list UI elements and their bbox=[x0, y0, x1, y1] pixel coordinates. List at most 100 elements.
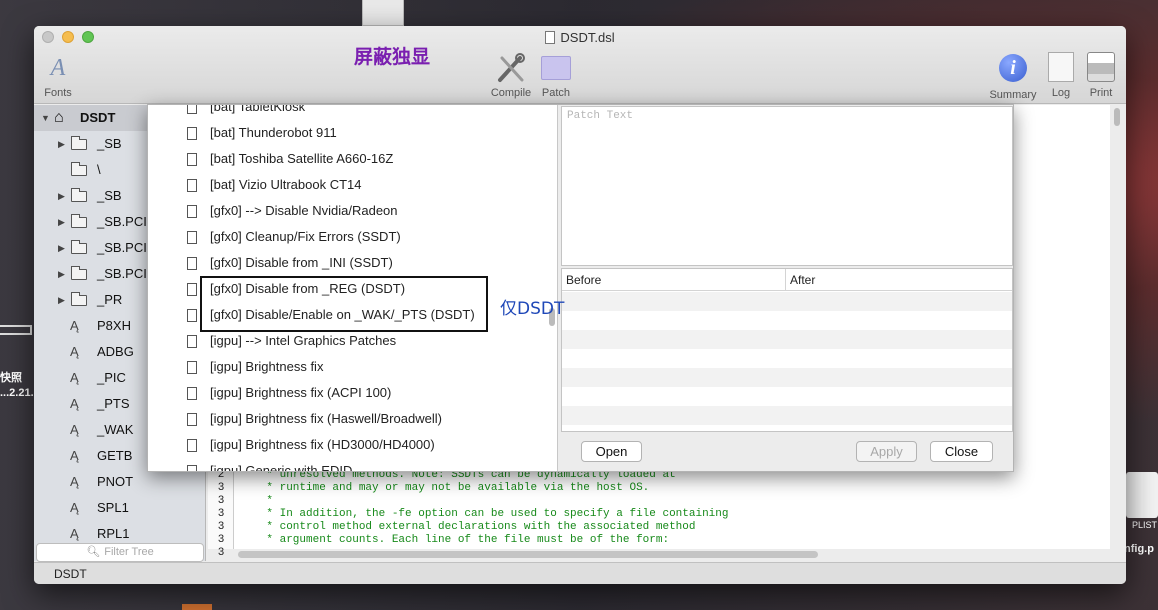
code-text: * argument counts. Each line of the file… bbox=[240, 534, 670, 546]
tree-item-label: \ bbox=[97, 162, 101, 177]
patch-text-area[interactable]: Patch Text bbox=[561, 106, 1013, 266]
file-icon bbox=[187, 465, 197, 471]
line-number: 3 bbox=[217, 508, 225, 520]
table-row[interactable] bbox=[562, 387, 1012, 406]
desktop-screenshot-label[interactable]: 快照 ...2.21. bbox=[0, 371, 34, 401]
file-icon bbox=[187, 387, 197, 400]
patch-item-label: [igpu] Brightness fix (HD3000/HD4000) bbox=[210, 437, 435, 452]
disclosure-closed-icon[interactable]: ▶ bbox=[58, 131, 65, 157]
vertical-scrollbar[interactable] bbox=[1114, 108, 1120, 126]
method-icon: Ą bbox=[70, 396, 79, 411]
line-number: 3 bbox=[217, 547, 225, 559]
status-text: DSDT bbox=[54, 567, 87, 581]
table-row[interactable] bbox=[562, 330, 1012, 349]
method-icon: Ą bbox=[70, 344, 79, 359]
method-icon: Ą bbox=[70, 448, 79, 463]
patch-list-item[interactable]: [bat] TabletKiosk bbox=[148, 105, 548, 120]
apply-button[interactable]: Apply bbox=[856, 441, 917, 462]
log-icon bbox=[1046, 52, 1076, 84]
patch-list-item[interactable]: [igpu] Generic with EDID bbox=[148, 458, 548, 471]
patch-list-item[interactable]: [bat] Thunderobot 911 bbox=[148, 120, 548, 146]
plist-icon-label: PLIST bbox=[1132, 520, 1158, 530]
home-icon: ⌂ bbox=[54, 109, 64, 126]
tree-item[interactable]: Ą PNOT bbox=[34, 469, 205, 495]
patch-list-item[interactable]: [gfx0] Disable from _INI (SSDT) bbox=[148, 250, 548, 276]
open-button[interactable]: Open bbox=[581, 441, 642, 462]
folder-icon bbox=[71, 240, 87, 254]
close-button[interactable]: Close bbox=[930, 441, 993, 462]
table-row[interactable] bbox=[562, 406, 1012, 425]
disclosure-open-icon[interactable]: ▼ bbox=[41, 105, 50, 131]
table-row[interactable] bbox=[562, 292, 1012, 311]
summary-button[interactable]: i Summary bbox=[986, 52, 1040, 101]
disclosure-closed-icon[interactable]: ▶ bbox=[58, 261, 65, 287]
folder-icon bbox=[71, 214, 87, 228]
log-button[interactable]: Log bbox=[1046, 52, 1076, 99]
tree-item[interactable]: Ą SPL1 bbox=[34, 495, 205, 521]
patch-list-item[interactable]: [igpu] Brightness fix (ACPI 100) bbox=[148, 380, 548, 406]
disclosure-closed-icon[interactable]: ▶ bbox=[58, 183, 65, 209]
after-column-header[interactable]: After bbox=[786, 269, 1012, 291]
patch-list-item[interactable]: [bat] Vizio Ultrabook CT14 bbox=[148, 172, 548, 198]
patch-list-item[interactable]: [bat] Toshiba Satellite A660-16Z bbox=[148, 146, 548, 172]
filter-tree-input[interactable]: 🔍︎ Filter Tree bbox=[36, 543, 204, 562]
print-button[interactable]: Print bbox=[1084, 52, 1118, 99]
patch-list-item[interactable]: [gfx0] --> Disable Nvidia/Radeon bbox=[148, 198, 548, 224]
tree-item-label: _SB bbox=[97, 136, 122, 151]
patch-list-item[interactable]: [igpu] Brightness fix bbox=[148, 354, 548, 380]
method-icon: Ą bbox=[70, 422, 79, 437]
tools-icon bbox=[488, 52, 534, 84]
document-icon bbox=[545, 31, 556, 44]
tree-item-label: _PIC bbox=[97, 370, 126, 385]
code-line: 3 * In addition, the -fe option can be u… bbox=[208, 508, 729, 521]
patch-list-item[interactable]: [igpu] Brightness fix (Haswell/Broadwell… bbox=[148, 406, 548, 432]
file-icon bbox=[187, 413, 197, 426]
printer-icon bbox=[1084, 52, 1118, 84]
disclosure-closed-icon[interactable]: ▶ bbox=[58, 235, 65, 261]
patch-list-item[interactable]: [gfx0] Cleanup/Fix Errors (SSDT) bbox=[148, 224, 548, 250]
desktop-screenshot-title: 快照 bbox=[0, 372, 22, 384]
fonts-icon: A bbox=[50, 55, 66, 81]
code-line: 3 * control method external declarations… bbox=[208, 521, 696, 534]
file-icon bbox=[187, 257, 197, 270]
fonts-button[interactable]: A Fonts bbox=[42, 52, 74, 99]
config-file-label[interactable]: nfig.p bbox=[1124, 543, 1154, 555]
desktop-file-icon[interactable] bbox=[362, 0, 404, 26]
folder-icon bbox=[71, 162, 87, 176]
tree-item-label: _WAK bbox=[97, 422, 134, 437]
tree-item-label: _PR bbox=[97, 292, 123, 307]
table-row[interactable] bbox=[562, 349, 1012, 368]
patch-item-label: [igpu] Brightness fix (ACPI 100) bbox=[210, 385, 392, 400]
before-column-header[interactable]: Before bbox=[562, 269, 786, 291]
tree-item-label: _SB.PCI0 bbox=[97, 266, 155, 281]
folder-icon bbox=[71, 292, 87, 306]
folder-icon bbox=[71, 136, 87, 150]
compile-button[interactable]: Compile bbox=[488, 52, 534, 99]
plist-file-icon[interactable] bbox=[1126, 472, 1158, 518]
patch-list[interactable]: [bat] TabletKiosk [bat] Thunderobot 911 [b… bbox=[148, 105, 558, 471]
patch-list-item[interactable]: [igpu] Brightness fix (HD3000/HD4000) bbox=[148, 432, 548, 458]
summary-label: Summary bbox=[989, 89, 1037, 101]
file-icon bbox=[187, 231, 197, 244]
patch-preview-table: Before After bbox=[561, 268, 1013, 432]
method-icon: Ą bbox=[70, 370, 79, 385]
patch-button[interactable]: Patch bbox=[538, 52, 574, 99]
table-row[interactable] bbox=[562, 368, 1012, 387]
window-title-text: DSDT.dsl bbox=[560, 30, 615, 45]
patch-label: Patch bbox=[541, 87, 571, 99]
horizontal-scrollbar[interactable] bbox=[238, 551, 818, 558]
method-icon: Ą bbox=[70, 318, 79, 333]
code-text: * control method external declarations w… bbox=[240, 521, 696, 533]
line-number: 3 bbox=[217, 534, 225, 546]
filter-placeholder: Filter Tree bbox=[104, 546, 154, 558]
desktop-item-fragment bbox=[0, 325, 32, 335]
code-line: 3 * runtime and may or may not be availa… bbox=[208, 482, 650, 495]
code-text: * In addition, the -fe option can be use… bbox=[240, 508, 729, 520]
tree-item-label: _PTS bbox=[97, 396, 130, 411]
file-icon bbox=[187, 335, 197, 348]
line-number: 3 bbox=[217, 495, 225, 507]
dock-app-icon[interactable] bbox=[182, 604, 212, 610]
table-row[interactable] bbox=[562, 311, 1012, 330]
disclosure-closed-icon[interactable]: ▶ bbox=[58, 209, 65, 235]
disclosure-closed-icon[interactable]: ▶ bbox=[58, 287, 65, 313]
